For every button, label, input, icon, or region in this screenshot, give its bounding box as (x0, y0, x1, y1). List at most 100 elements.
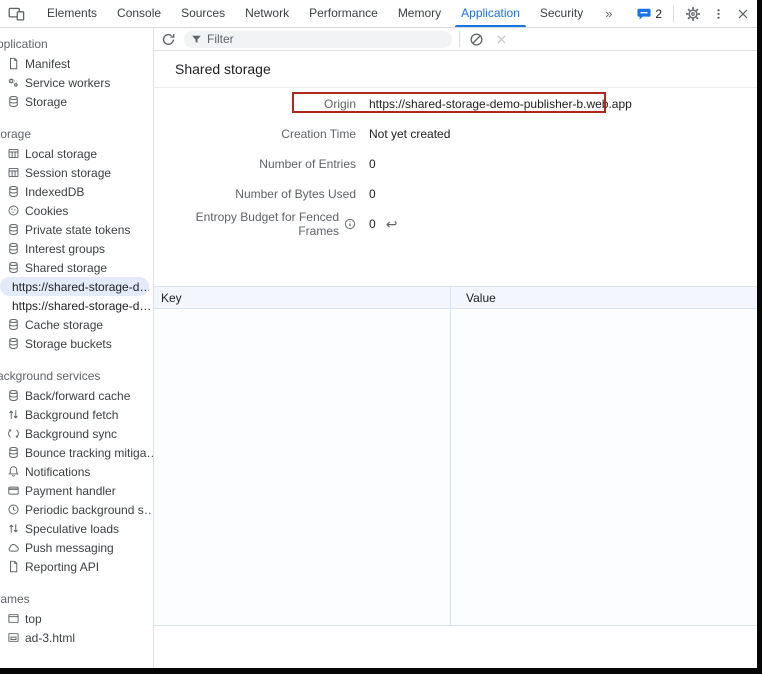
tabbar-actions: 2 (637, 6, 762, 22)
sidebar-item-notifications[interactable]: Notifications (0, 462, 153, 481)
card-icon (6, 484, 20, 498)
more-tabs-button[interactable]: » (593, 0, 625, 27)
field-label: Number of Bytes Used (154, 187, 356, 201)
close-devtools-icon[interactable] (736, 7, 750, 21)
tab-performance[interactable]: Performance (299, 0, 388, 27)
sidebar-item-label: Bounce tracking mitiga… (25, 446, 153, 460)
sidebar-item-https-shared-storage-d[interactable]: https://shared-storage-d… (0, 277, 149, 296)
sidebar-item-ad-3-html[interactable]: ad-3.html (0, 628, 153, 647)
sidebar-item-indexeddb[interactable]: IndexedDB (0, 182, 153, 201)
sidebar-item-label: Storage (25, 95, 67, 109)
issues-counter[interactable]: 2 (637, 7, 662, 21)
sidebar-item-shared-storage[interactable]: Shared storage (0, 258, 153, 277)
info-icon[interactable] (344, 218, 356, 230)
sidebar-item-local-storage[interactable]: Local storage (0, 144, 153, 163)
clock-icon (6, 503, 20, 517)
database-icon (6, 389, 20, 403)
sidebar-item-push-messaging[interactable]: Push messaging (0, 538, 153, 557)
table-body (154, 309, 762, 626)
field-value-text: 0 (369, 217, 376, 231)
tab-network[interactable]: Network (235, 0, 299, 27)
filter-field[interactable] (184, 31, 452, 48)
sidebar-item-cookies[interactable]: Cookies (0, 201, 153, 220)
sidebar-item-label: Cookies (25, 204, 68, 218)
sidebar-item-background-sync[interactable]: Background sync (0, 424, 153, 443)
devtools-tabbar: ElementsConsoleSourcesNetworkPerformance… (0, 0, 762, 28)
sidebar-item-label: https://shared-storage-d… (12, 280, 149, 294)
clear-all-icon[interactable] (469, 32, 484, 47)
sidebar-item-manifest[interactable]: Manifest (0, 54, 153, 73)
field-value: https://shared-storage-demo-publisher-b.… (356, 97, 762, 111)
sidebar-item-storage[interactable]: Storage (0, 92, 153, 111)
kebab-menu-icon[interactable] (712, 6, 725, 22)
sidebar-item-service-workers[interactable]: Service workers (0, 73, 153, 92)
sidebar-item-background-fetch[interactable]: Background fetch (0, 405, 153, 424)
issues-count: 2 (655, 7, 662, 21)
field-row-origin: Origin https://shared-storage-demo-publis… (154, 89, 762, 119)
sidebar-item-cache-storage[interactable]: Cache storage (0, 315, 153, 334)
tab-sources[interactable]: Sources (171, 0, 235, 27)
column-header-key[interactable]: Key (154, 287, 451, 308)
document-icon (6, 57, 20, 71)
field-label-text: Creation Time (281, 127, 356, 141)
screen-edge-bottom (0, 668, 762, 674)
field-value-text: https://shared-storage-demo-publisher-b.… (369, 97, 632, 111)
database-icon (6, 242, 20, 256)
table-icon (6, 166, 20, 180)
sidebar-item-reporting-api[interactable]: Reporting API (0, 557, 153, 576)
field-label: Creation Time (154, 127, 356, 141)
sidebar-section-application: Application Manifest Service workers Storag… (0, 35, 153, 111)
sidebar-item-label: Manifest (25, 57, 70, 71)
sidebar-section-storage: StorageLocal storageSession storageIndex… (0, 125, 153, 353)
toggle-device-toolbar-icon[interactable] (8, 6, 25, 21)
sidebar-item-private-state-tokens[interactable]: Private state tokens (0, 220, 153, 239)
sidebar-item-label: Background sync (25, 427, 117, 441)
sidebar-section-frames: Framestopad-3.html (0, 590, 153, 647)
sidebar-item-bounce-tracking-mitiga[interactable]: Bounce tracking mitiga… (0, 443, 153, 462)
devtools-window: ElementsConsoleSourcesNetworkPerformance… (0, 0, 762, 674)
cloud-icon (6, 541, 20, 555)
filter-input[interactable] (207, 32, 445, 46)
sidebar-item-session-storage[interactable]: Session storage (0, 163, 153, 182)
sidebar-item-https-shared-storage-d[interactable]: https://shared-storage-d… (0, 296, 153, 315)
sidebar-item-storage-buckets[interactable]: Storage buckets (0, 334, 153, 353)
sidebar-item-payment-handler[interactable]: Payment handler (0, 481, 153, 500)
sidebar-item-label: Shared storage (25, 261, 107, 275)
tab-security[interactable]: Security (530, 0, 593, 27)
clear-filter-icon[interactable] (495, 33, 508, 46)
sidebar-item-label: Back/forward cache (25, 389, 130, 403)
field-value: 0↩ (356, 217, 762, 231)
database-icon (6, 95, 20, 109)
metadata-fields: Origin https://shared-storage-demo-publis… (154, 88, 762, 239)
field-value: 0 (356, 187, 762, 201)
column-header-value[interactable]: Value (451, 287, 762, 308)
tab-elements[interactable]: Elements (37, 0, 107, 27)
reset-entropy-budget-icon[interactable]: ↩ (386, 217, 398, 231)
refresh-icon[interactable] (161, 32, 176, 47)
sidebar-item-label: Notifications (25, 465, 90, 479)
tab-memory[interactable]: Memory (388, 0, 451, 27)
database-icon (6, 261, 20, 275)
table-body-value-column (451, 309, 762, 625)
sidebar-item-back-forward-cache[interactable]: Back/forward cache (0, 386, 153, 405)
sidebar-item-label: Storage buckets (25, 337, 112, 351)
tab-console[interactable]: Console (107, 0, 171, 27)
toolbar-separator (459, 31, 460, 47)
cookie-icon (6, 204, 20, 218)
frame-icon (6, 612, 20, 626)
sidebar-item-interest-groups[interactable]: Interest groups (0, 239, 153, 258)
report-header: Shared storage (154, 51, 762, 88)
devtools-body: Application Manifest Service workers Storag… (0, 28, 762, 674)
sidebar-item-label: Background fetch (25, 408, 118, 422)
settings-gear-icon[interactable] (685, 6, 701, 22)
sidebar-item-top[interactable]: top (0, 609, 153, 628)
sidebar-item-periodic-background-s[interactable]: Periodic background s… (0, 500, 153, 519)
field-label: Origin (154, 97, 356, 111)
sync-icon (6, 427, 20, 441)
field-label-text: Entropy Budget for Fenced Frames (154, 210, 339, 238)
sidebar-item-speculative-loads[interactable]: Speculative loads (0, 519, 153, 538)
sidebar-section-title: Frames (0, 590, 153, 609)
iframe-icon (6, 631, 20, 645)
tab-application[interactable]: Application (451, 0, 530, 27)
sidebar-section-title: Application (0, 35, 153, 54)
